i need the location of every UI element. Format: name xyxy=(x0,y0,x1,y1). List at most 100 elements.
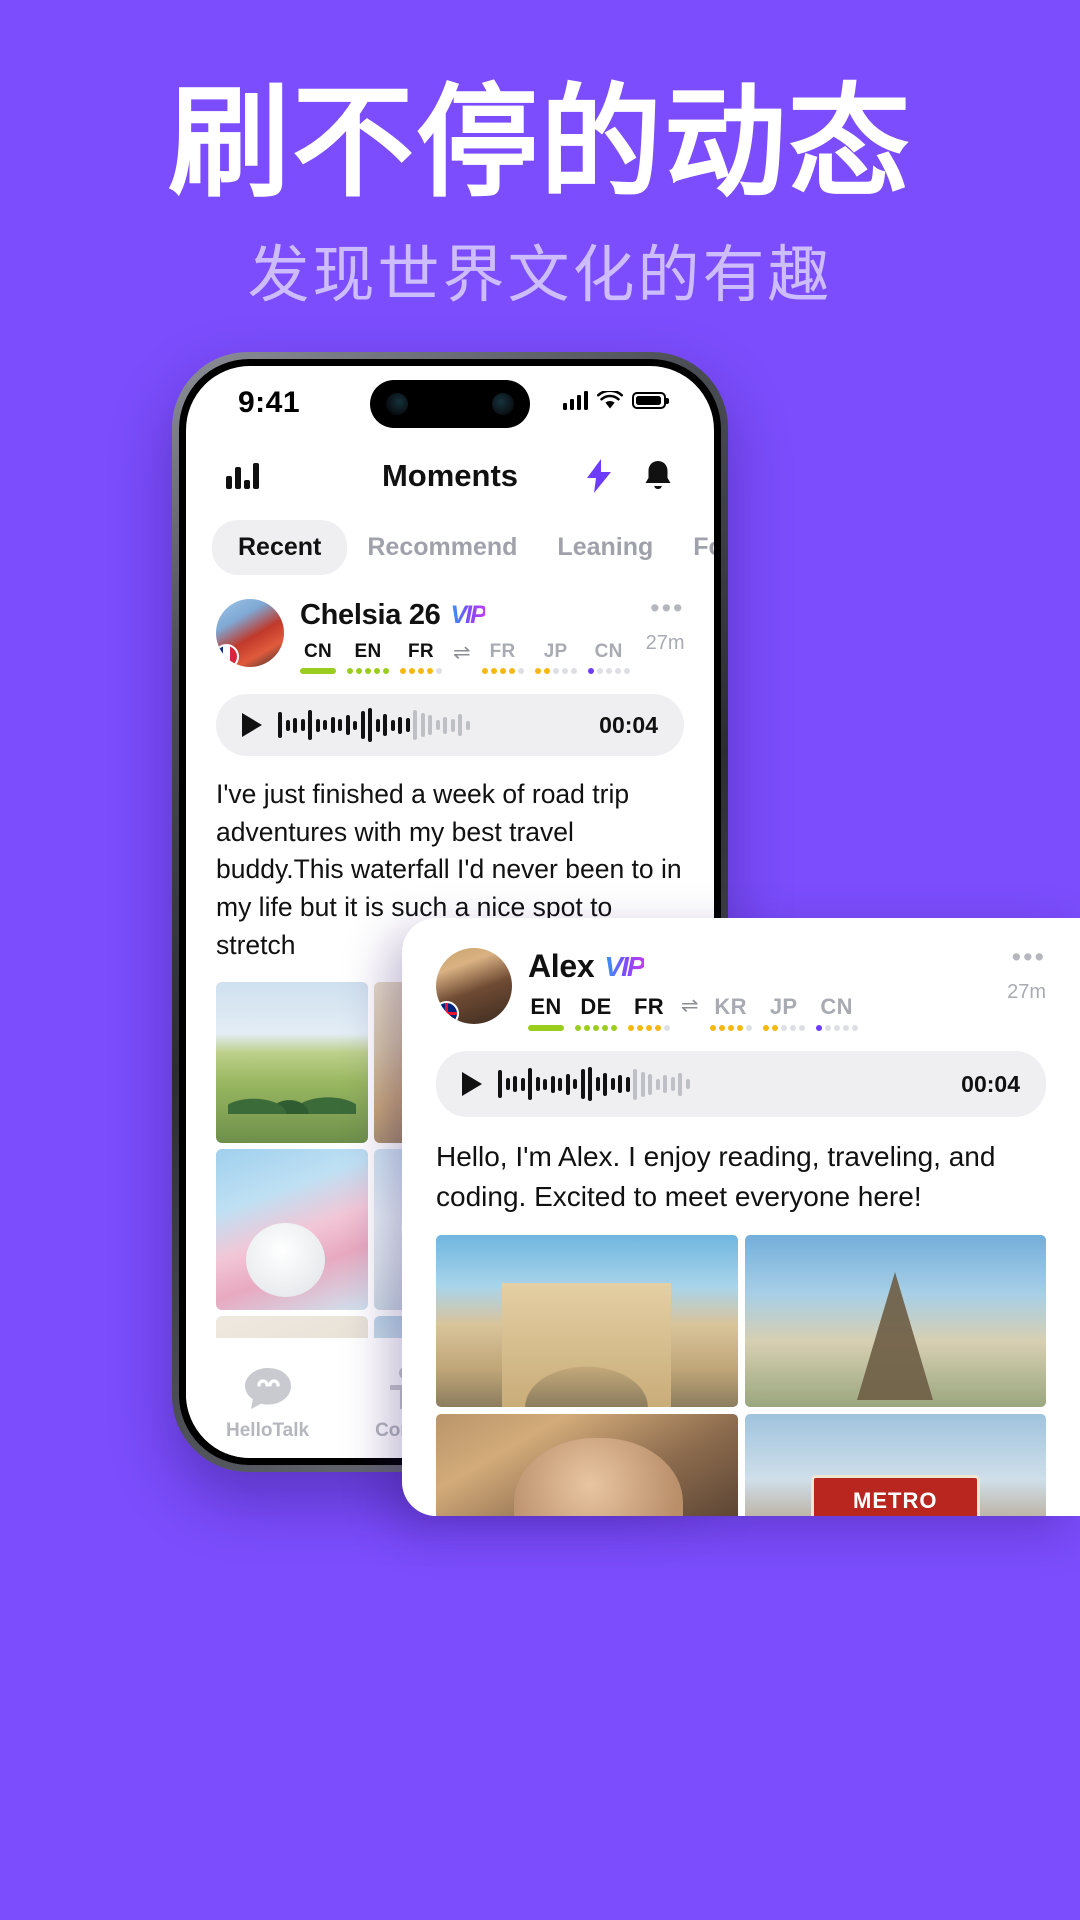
lang-de: DE xyxy=(575,994,617,1031)
dynamic-island xyxy=(370,380,530,428)
post-meta: ••• 27m xyxy=(645,595,685,655)
photo-meadow[interactable] xyxy=(216,982,368,1144)
play-icon[interactable] xyxy=(462,1072,482,1096)
nav-hellotalk[interactable]: HelloTalk xyxy=(226,1365,309,1442)
hero-title: 刷不停的动态 xyxy=(168,72,912,214)
user-name-row: Chelsia 26 VIP xyxy=(300,599,630,632)
more-options-icon[interactable]: ••• xyxy=(1007,944,1046,971)
front-camera-icon xyxy=(492,393,514,415)
alex-post-header: Alex VIP EN DE FR ⇌ KR JP CN ••• 27m xyxy=(436,944,1046,1031)
lang-code: EN xyxy=(354,641,382,662)
tab-recent[interactable]: Recent xyxy=(212,520,348,575)
lang-code: JP xyxy=(543,641,568,662)
learn-lang-cn: CN xyxy=(815,994,858,1031)
battery-icon xyxy=(632,391,669,409)
bar-chart-icon[interactable] xyxy=(226,463,259,489)
post-header: Chelsia 26 VIP CN EN FR ⇌ FR JP CN ••• 2… xyxy=(216,595,685,674)
lang-code: DE xyxy=(580,994,612,1019)
nav-label: HelloTalk xyxy=(226,1419,310,1441)
lang-level-dots xyxy=(587,668,630,674)
lang-level-bar xyxy=(300,668,336,674)
status-indicators xyxy=(562,390,669,410)
lang-level-dots xyxy=(481,668,524,674)
lang-fr: FR xyxy=(400,641,442,674)
lang-code: JP xyxy=(769,994,798,1019)
tab-leaning[interactable]: Leaning xyxy=(537,520,673,575)
alex-photo-grid: METRO xyxy=(436,1234,1046,1516)
waveform[interactable] xyxy=(498,1067,945,1101)
voice-duration: 00:04 xyxy=(599,711,658,738)
lang-code: KR xyxy=(714,994,747,1019)
header-actions xyxy=(586,459,674,493)
lightning-bolt-icon[interactable] xyxy=(586,459,612,493)
lang-code: FR xyxy=(408,641,434,662)
lang-code: EN xyxy=(530,994,562,1019)
learn-lang-kr: KR xyxy=(709,994,752,1031)
metro-sign-label: METRO xyxy=(810,1475,980,1516)
lang-level-dots xyxy=(815,1025,858,1031)
photo-portrait[interactable] xyxy=(436,1413,738,1516)
lang-code: CN xyxy=(820,994,853,1019)
alex-post-text: Hello, I'm Alex. I enjoy reading, travel… xyxy=(436,1141,996,1212)
swap-arrows-icon: ⇌ xyxy=(681,994,699,1017)
tab-recommend[interactable]: Recommend xyxy=(347,520,537,575)
lang-cn: CN xyxy=(300,641,336,674)
photo-arc-de-triomphe[interactable] xyxy=(436,1234,738,1407)
uk-flag-icon xyxy=(436,1001,459,1024)
learn-lang-jp: JP xyxy=(534,641,577,674)
app-header: Moments xyxy=(186,440,714,512)
user-name-row: Alex VIP xyxy=(528,948,858,985)
lang-code: CN xyxy=(594,641,623,662)
lang-level-dots xyxy=(575,1025,617,1031)
learn-lang-fr: FR xyxy=(481,641,524,674)
post-time: 27m xyxy=(1007,980,1046,1003)
alex-user-info: Alex VIP EN DE FR ⇌ KR JP CN xyxy=(528,948,858,1031)
user-name[interactable]: Alex xyxy=(528,948,595,985)
avatar[interactable] xyxy=(216,599,284,667)
lang-level-dots xyxy=(762,1025,805,1031)
lang-level-dots xyxy=(709,1025,752,1031)
alex-moment-card: Alex VIP EN DE FR ⇌ KR JP CN ••• 27m 00:… xyxy=(402,918,1080,1516)
lang-fr: FR xyxy=(628,994,670,1031)
bell-icon[interactable] xyxy=(642,459,674,493)
learn-lang-cn: CN xyxy=(587,641,630,674)
lang-en: EN xyxy=(528,994,564,1031)
lang-code: FR xyxy=(634,994,664,1019)
hero-subtitle: 发现世界文化的有趣 xyxy=(247,237,833,311)
more-options-icon[interactable]: ••• xyxy=(646,595,685,622)
chat-bubble-icon xyxy=(244,1367,291,1409)
photo-cherry-blossom[interactable] xyxy=(216,1149,368,1311)
photo-eiffel-tower[interactable] xyxy=(744,1234,1046,1407)
lang-level-bar xyxy=(528,1025,564,1031)
status-time: 9:41 xyxy=(238,386,301,419)
tab-following[interactable]: Following xyxy=(673,520,714,575)
wifi-icon xyxy=(597,390,623,408)
hero-banner: 刷不停的动态 发现世界文化的有趣 xyxy=(0,0,1080,312)
photo-metro-sign[interactable]: METRO xyxy=(744,1413,1046,1516)
france-flag-icon xyxy=(216,644,239,667)
voice-player[interactable]: 00:04 xyxy=(216,694,684,756)
waveform[interactable] xyxy=(278,708,583,742)
swap-arrows-icon: ⇌ xyxy=(453,641,471,664)
user-name[interactable]: Chelsia 26 xyxy=(300,599,441,632)
lang-level-dots xyxy=(347,668,389,674)
status-bar: 9:41 xyxy=(186,366,714,440)
post-time: 27m xyxy=(645,631,685,654)
cellular-signal-icon xyxy=(562,390,588,410)
voice-player[interactable]: 00:04 xyxy=(436,1051,1046,1117)
voice-duration: 00:04 xyxy=(961,1070,1020,1097)
vip-badge: VIP xyxy=(450,601,486,629)
avatar[interactable] xyxy=(436,948,512,1024)
language-levels: EN DE FR ⇌ KR JP CN xyxy=(528,994,858,1031)
lang-en: EN xyxy=(347,641,389,674)
lang-level-dots xyxy=(400,668,442,674)
face-id-sensor-icon xyxy=(386,393,408,415)
play-icon[interactable] xyxy=(242,713,262,737)
alex-post-meta: ••• 27m xyxy=(1007,944,1046,1004)
vip-badge: VIP xyxy=(604,950,645,982)
language-levels: CN EN FR ⇌ FR JP CN xyxy=(300,641,630,674)
feed-tabs: Recent Recommend Leaning Following xyxy=(186,512,714,585)
post-user-info: Chelsia 26 VIP CN EN FR ⇌ FR JP CN xyxy=(300,599,630,674)
lang-level-dots xyxy=(628,1025,670,1031)
lang-code: CN xyxy=(303,641,333,662)
